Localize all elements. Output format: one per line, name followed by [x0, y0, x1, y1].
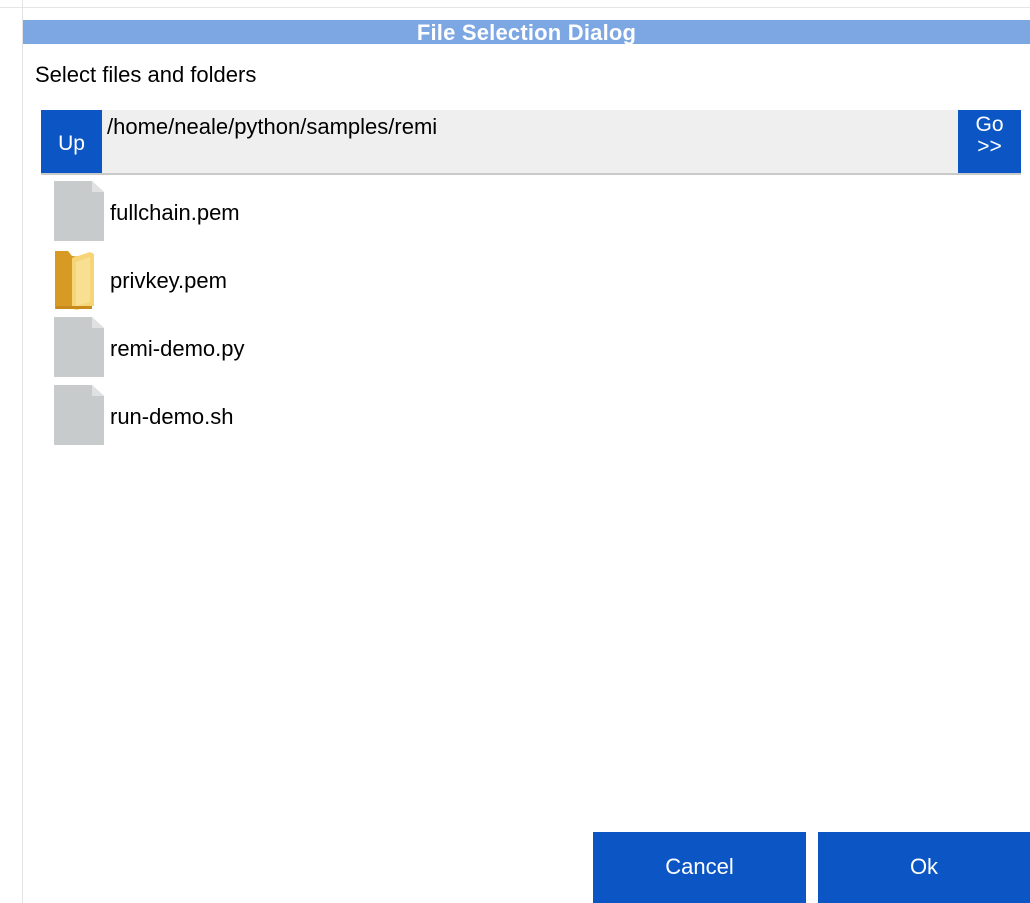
file-item[interactable]: remi-demo.py: [52, 316, 1002, 384]
ok-button[interactable]: Ok: [818, 832, 1030, 903]
file-list: fullchain.pem privkey.pem remi-demo.py r…: [52, 180, 1002, 452]
go-button-arrows: >>: [977, 135, 1002, 158]
file-item[interactable]: fullchain.pem: [52, 180, 1002, 248]
file-name: fullchain.pem: [110, 200, 240, 225]
dialog-subtitle: Select files and folders: [35, 62, 257, 87]
go-button[interactable]: Go >>: [958, 110, 1021, 173]
file-name: remi-demo.py: [110, 336, 245, 361]
file-name: run-demo.sh: [110, 404, 234, 429]
folder-item[interactable]: privkey.pem: [52, 248, 1002, 316]
go-button-label: Go: [975, 113, 1004, 136]
folder-icon: [55, 251, 94, 310]
path-input[interactable]: /home/neale/python/samples/remi: [107, 114, 437, 140]
up-button[interactable]: Up: [41, 110, 102, 173]
file-name: privkey.pem: [110, 268, 227, 293]
top-divider: [0, 7, 1030, 8]
file-icon: [54, 385, 104, 445]
file-icon: [54, 317, 104, 377]
dialog-title: File Selection Dialog: [23, 20, 1030, 45]
cancel-button[interactable]: Cancel: [593, 832, 806, 903]
file-selection-dialog: File Selection Dialog Select files and f…: [23, 20, 1030, 903]
path-bar: Up /home/neale/python/samples/remi Go >>: [41, 110, 1021, 175]
file-icon: [54, 181, 104, 241]
page: File Selection Dialog Select files and f…: [0, 0, 1030, 903]
file-item[interactable]: run-demo.sh: [52, 384, 1002, 452]
